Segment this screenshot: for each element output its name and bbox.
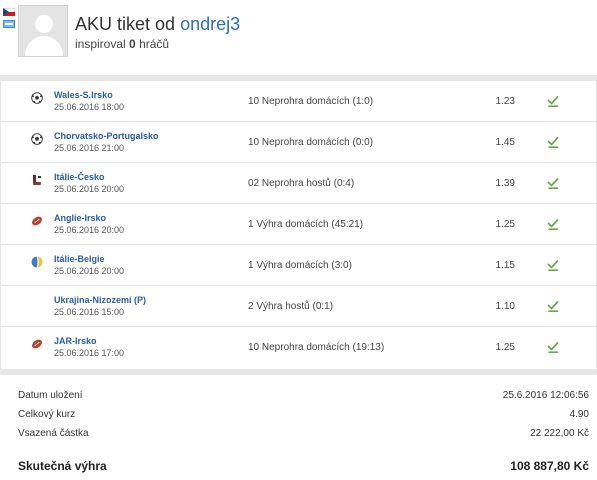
bet-odds: 1.23 bbox=[495, 96, 515, 107]
czech-flag-icon bbox=[3, 8, 15, 16]
win-check-icon bbox=[546, 258, 560, 272]
saved-date-value: 25.6.2016 12:06:56 bbox=[502, 390, 589, 401]
summary-row-total-odds: Celkový kurz 4.90 bbox=[0, 407, 597, 426]
football-icon bbox=[31, 91, 43, 104]
win-check-icon bbox=[546, 94, 560, 108]
title-prefix: AKU tiket od bbox=[75, 14, 176, 34]
match-link[interactable]: Chorvatsko-Portugalsko bbox=[54, 131, 159, 141]
bet-odds: 1.25 bbox=[495, 342, 515, 353]
bet-selection: 10 Neprohra domácích (0:0) bbox=[248, 137, 374, 148]
win-check-icon bbox=[546, 299, 560, 313]
rugby-icon bbox=[31, 214, 43, 226]
summary-row-win: Skutečná výhra 108 887,80 Kč bbox=[0, 457, 597, 477]
win-check-icon bbox=[546, 340, 560, 354]
ticket-summary: Datum uložení 25.6.2016 12:06:56 Celkový… bbox=[0, 388, 597, 445]
match-date: 25.06.2016 15:00 bbox=[54, 307, 125, 317]
ticket-header: AKU tiket od ondrej3 inspiroval 0 hráčů bbox=[0, 0, 597, 74]
win-check-icon bbox=[546, 135, 560, 149]
bet-odds: 1.45 bbox=[495, 137, 515, 148]
rugby-icon bbox=[31, 337, 43, 349]
match-link[interactable]: JAR-Irsko bbox=[54, 336, 97, 346]
bet-selection: 10 Neprohra domácích (1:0) bbox=[248, 96, 374, 107]
bet-list: Wales-S.Irsko 25.06.2016 18:00 10 Neprohra… bbox=[0, 81, 597, 369]
bet-selection: 1 Výhra domácích (45:21) bbox=[248, 219, 364, 230]
username-link[interactable]: ondrej3 bbox=[180, 14, 240, 34]
user-level-badge-icon bbox=[3, 20, 15, 28]
summary-row-stake: Vsazená částka 22 222,00 Kč bbox=[0, 426, 597, 445]
stake-value: 22 222,00 Kč bbox=[530, 428, 589, 439]
saved-date-label: Datum uložení bbox=[18, 390, 83, 401]
match-link[interactable]: Itálie-Česko bbox=[54, 172, 105, 182]
match-link[interactable]: Wales-S.Irsko bbox=[54, 90, 113, 100]
bet-selection: 10 Neprohra domácích (19:13) bbox=[248, 342, 385, 353]
match-date: 25.06.2016 21:00 bbox=[54, 143, 125, 153]
win-check-icon bbox=[546, 176, 560, 190]
bet-selection: 2 Výhra hostů (0:1) bbox=[248, 301, 334, 312]
actual-win-value: 108 887,80 Kč bbox=[510, 459, 589, 473]
inspired-suffix: hráčů bbox=[139, 37, 170, 51]
bet-row: Itálie-Belgie 25.06.2016 20:00 1 Výhra dom… bbox=[1, 245, 596, 286]
bet-odds: 1.39 bbox=[495, 178, 515, 189]
bet-selection: 1 Výhra domácích (3:0) bbox=[248, 260, 352, 271]
inspired-count: 0 bbox=[129, 37, 136, 51]
bet-odds: 1.25 bbox=[495, 219, 515, 230]
sport-icon-empty bbox=[31, 296, 43, 308]
divider-bottom bbox=[0, 369, 597, 375]
win-check-icon bbox=[546, 217, 560, 231]
football-icon bbox=[31, 132, 43, 145]
bet-odds: 1.15 bbox=[495, 260, 515, 271]
match-date: 25.06.2016 20:00 bbox=[54, 225, 125, 235]
bet-row: Itálie-Česko 25.06.2016 20:00 02 Neprohra … bbox=[1, 163, 596, 204]
match-link[interactable]: Ukrajina-Nizozemí (P) bbox=[54, 295, 146, 305]
total-odds-label: Celkový kurz bbox=[18, 409, 76, 420]
bet-row: Chorvatsko-Portugalsko 25.06.2016 21:00 10… bbox=[1, 122, 596, 163]
bet-row: Ukrajina-Nizozemí (P) 25.06.2016 15:00 2 V… bbox=[1, 286, 596, 327]
summary-row-saved: Datum uložení 25.6.2016 12:06:56 bbox=[0, 388, 597, 407]
stake-label: Vsazená částka bbox=[18, 428, 89, 439]
bet-row: JAR-Irsko 25.06.2016 17:00 10 Neprohra dom… bbox=[1, 327, 596, 368]
page-title: AKU tiket od ondrej3 bbox=[75, 14, 240, 35]
inspired-prefix: inspiroval bbox=[75, 37, 126, 51]
match-link[interactable]: Anglie-Irsko bbox=[54, 213, 106, 223]
match-date: 25.06.2016 20:00 bbox=[54, 266, 125, 276]
avatar[interactable] bbox=[18, 5, 68, 57]
bet-row: Anglie-Irsko 25.06.2016 20:00 1 Výhra domá… bbox=[1, 204, 596, 245]
bet-odds: 1.10 bbox=[495, 301, 515, 312]
volleyball-icon bbox=[31, 255, 43, 268]
actual-win-label: Skutečná výhra bbox=[18, 459, 107, 473]
match-date: 25.06.2016 17:00 bbox=[54, 348, 125, 358]
bet-selection: 02 Neprohra hostů (0:4) bbox=[248, 178, 355, 189]
match-date: 25.06.2016 20:00 bbox=[54, 184, 125, 194]
bet-row: Wales-S.Irsko 25.06.2016 18:00 10 Neprohra… bbox=[1, 81, 596, 122]
inspired-count-text: inspiroval 0 hráčů bbox=[75, 37, 169, 51]
match-link[interactable]: Itálie-Belgie bbox=[54, 254, 105, 264]
match-date: 25.06.2016 18:00 bbox=[54, 102, 125, 112]
ice-hockey-icon bbox=[31, 173, 43, 185]
total-odds-value: 4.90 bbox=[569, 409, 589, 420]
